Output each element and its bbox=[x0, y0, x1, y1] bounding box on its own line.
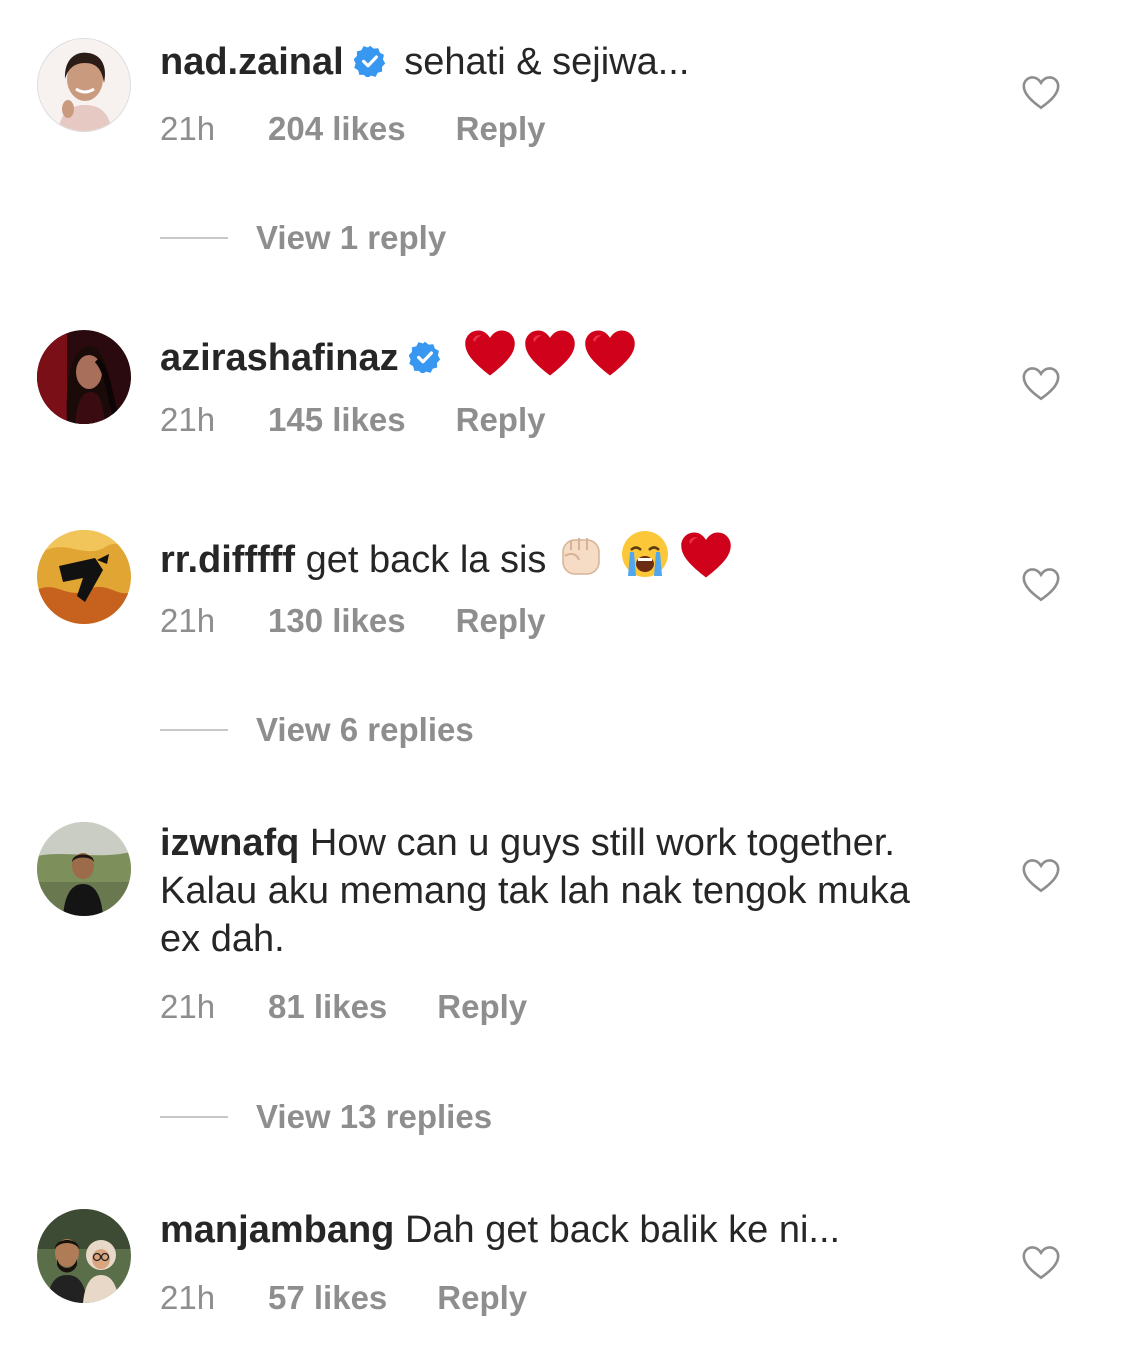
comment-emojis bbox=[546, 531, 733, 581]
avatar[interactable] bbox=[37, 530, 131, 624]
username[interactable]: rr.difffff bbox=[160, 539, 295, 581]
comment-emojis bbox=[463, 337, 637, 379]
reply-button[interactable]: Reply bbox=[437, 1279, 527, 1317]
avatar[interactable] bbox=[37, 330, 131, 424]
comment-meta: 21h 130 likes Reply bbox=[160, 602, 546, 640]
raised-fist-icon bbox=[562, 538, 600, 575]
likes-count[interactable]: 145 likes bbox=[268, 401, 406, 439]
like-heart-icon[interactable] bbox=[1021, 366, 1061, 402]
divider-line bbox=[160, 729, 228, 731]
username[interactable]: manjambang bbox=[160, 1209, 394, 1251]
like-heart-icon[interactable] bbox=[1021, 858, 1061, 894]
loudly-crying-face-icon bbox=[622, 531, 668, 577]
reply-button[interactable]: Reply bbox=[437, 988, 527, 1026]
divider-line bbox=[160, 1116, 228, 1118]
likes-count[interactable]: 57 likes bbox=[268, 1279, 387, 1317]
avatar[interactable] bbox=[37, 1209, 131, 1303]
view-replies-button[interactable]: View 1 reply bbox=[160, 219, 446, 257]
red-heart-icon bbox=[583, 328, 637, 378]
view-replies-label: View 13 replies bbox=[256, 1098, 493, 1135]
comment-meta: 21h 204 likes Reply bbox=[160, 110, 546, 148]
like-heart-icon[interactable] bbox=[1021, 567, 1061, 603]
comment-text: azirashafinaz bbox=[160, 328, 960, 382]
red-heart-icon bbox=[679, 530, 733, 580]
reply-button[interactable]: Reply bbox=[456, 602, 546, 640]
likes-count[interactable]: 204 likes bbox=[268, 110, 406, 148]
divider-line bbox=[160, 237, 228, 239]
verified-badge-icon bbox=[409, 341, 441, 373]
comment-text: manjambang Dah get back balik ke ni... bbox=[160, 1206, 960, 1254]
comment-text: izwnafq How can u guys still work togeth… bbox=[160, 819, 960, 963]
timestamp: 21h bbox=[160, 988, 216, 1025]
comment-body: get back la sis bbox=[305, 539, 547, 581]
timestamp: 21h bbox=[160, 401, 216, 438]
timestamp: 21h bbox=[160, 1279, 216, 1316]
red-heart-icon bbox=[463, 328, 517, 378]
reply-button[interactable]: Reply bbox=[456, 110, 546, 148]
view-replies-button[interactable]: View 13 replies bbox=[160, 1098, 492, 1136]
comment-meta: 21h 81 likes Reply bbox=[160, 988, 527, 1026]
comment-body: Dah get back balik ke ni... bbox=[404, 1209, 841, 1251]
view-replies-label: View 1 reply bbox=[256, 219, 447, 256]
likes-count[interactable]: 130 likes bbox=[268, 602, 406, 640]
comment-body: sehati & sejiwa... bbox=[404, 41, 690, 83]
comment-text: rr.difffff get back la sis bbox=[160, 528, 960, 584]
avatar[interactable] bbox=[37, 38, 131, 132]
reply-button[interactable]: Reply bbox=[456, 401, 546, 439]
timestamp: 21h bbox=[160, 110, 216, 147]
view-replies-label: View 6 replies bbox=[256, 711, 474, 748]
view-replies-button[interactable]: View 6 replies bbox=[160, 711, 474, 749]
timestamp: 21h bbox=[160, 602, 216, 639]
likes-count[interactable]: 81 likes bbox=[268, 988, 387, 1026]
username[interactable]: nad.zainal bbox=[160, 41, 344, 83]
red-heart-icon bbox=[523, 328, 577, 378]
username[interactable]: azirashafinaz bbox=[160, 337, 399, 379]
avatar[interactable] bbox=[37, 822, 131, 916]
comment-meta: 21h 57 likes Reply bbox=[160, 1279, 527, 1317]
comment-meta: 21h 145 likes Reply bbox=[160, 401, 546, 439]
like-heart-icon[interactable] bbox=[1021, 1245, 1061, 1281]
like-heart-icon[interactable] bbox=[1021, 75, 1061, 111]
comment-text: nad.zainal sehati & sejiwa... bbox=[160, 38, 960, 86]
username[interactable]: izwnafq bbox=[160, 822, 299, 864]
verified-badge-icon bbox=[354, 45, 386, 77]
